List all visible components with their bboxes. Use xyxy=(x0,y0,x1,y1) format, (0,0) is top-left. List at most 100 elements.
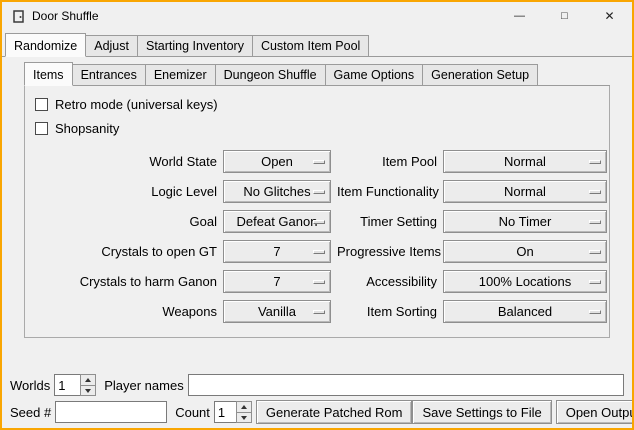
tab-items[interactable]: Items xyxy=(24,62,73,86)
label-weapons: Weapons xyxy=(29,304,217,319)
label-crystals-open-gt: Crystals to open GT xyxy=(29,244,217,259)
tab-enemizer[interactable]: Enemizer xyxy=(145,64,216,86)
dropdown-weapons-value: Vanilla xyxy=(258,304,296,319)
items-pane: Retro mode (universal keys) Shopsanity W… xyxy=(24,86,610,338)
worlds-spinner-arrows xyxy=(80,374,96,396)
retro-mode-checkbox-box[interactable] xyxy=(35,98,48,111)
dropdown-timer-setting-value: No Timer xyxy=(499,214,552,229)
dropdown-progressive-items[interactable]: On xyxy=(443,240,607,263)
count-input[interactable] xyxy=(214,401,236,423)
count-label: Count xyxy=(175,405,210,420)
menu-indicator-icon xyxy=(589,250,601,254)
dropdown-world-state[interactable]: Open xyxy=(223,150,331,173)
spin-down-icon[interactable] xyxy=(237,412,251,422)
close-icon: ✕ xyxy=(604,9,614,23)
dropdown-item-functionality-value: Normal xyxy=(504,184,546,199)
generate-patched-rom-button[interactable]: Generate Patched Rom xyxy=(256,400,413,424)
app-icon xyxy=(10,8,26,24)
main-tab-bar: Randomize Adjust Starting Inventory Cust… xyxy=(2,32,632,57)
titlebar[interactable]: Door Shuffle — □ ✕ xyxy=(2,2,632,30)
spin-up-icon[interactable] xyxy=(237,402,251,412)
spin-down-icon[interactable] xyxy=(81,385,95,395)
label-crystals-harm-ganon: Crystals to harm Ganon xyxy=(29,274,217,289)
dropdown-goal[interactable]: Defeat Ganon xyxy=(223,210,331,233)
dropdown-item-functionality[interactable]: Normal xyxy=(443,180,607,203)
tab-starting-inventory[interactable]: Starting Inventory xyxy=(137,35,253,57)
dropdown-accessibility[interactable]: 100% Locations xyxy=(443,270,607,293)
sub-tab-bar: Items Entrances Enemizer Dungeon Shuffle… xyxy=(24,61,610,86)
dropdown-crystals-open-gt[interactable]: 7 xyxy=(223,240,331,263)
label-goal: Goal xyxy=(29,214,217,229)
tab-game-options[interactable]: Game Options xyxy=(325,64,424,86)
menu-indicator-icon xyxy=(589,220,601,224)
maximize-button[interactable]: □ xyxy=(542,2,587,30)
menu-indicator-icon xyxy=(313,220,325,224)
minimize-button[interactable]: — xyxy=(497,2,542,30)
label-world-state: World State xyxy=(29,154,217,169)
menu-indicator-icon xyxy=(589,190,601,194)
worlds-input[interactable] xyxy=(54,374,80,396)
dropdown-crystals-harm-ganon[interactable]: 7 xyxy=(223,270,331,293)
label-timer-setting: Timer Setting xyxy=(337,214,437,229)
label-item-sorting: Item Sorting xyxy=(337,304,437,319)
settings-grid: World State Open Item Pool Normal Logic … xyxy=(29,146,605,326)
tab-adjust[interactable]: Adjust xyxy=(85,35,138,57)
label-item-functionality: Item Functionality xyxy=(337,184,437,199)
count-spinner-arrows xyxy=(236,401,252,423)
tab-entrances[interactable]: Entrances xyxy=(72,64,146,86)
save-settings-button[interactable]: Save Settings to File xyxy=(412,400,551,424)
seed-label: Seed # xyxy=(10,405,51,420)
worlds-label: Worlds xyxy=(10,378,50,393)
shopsanity-checkbox-box[interactable] xyxy=(35,122,48,135)
menu-indicator-icon xyxy=(589,310,601,314)
spin-up-icon[interactable] xyxy=(81,375,95,385)
label-item-pool: Item Pool xyxy=(337,154,437,169)
tab-randomize[interactable]: Randomize xyxy=(5,33,86,57)
minimize-icon: — xyxy=(514,10,525,22)
menu-indicator-icon xyxy=(313,250,325,254)
dropdown-item-pool[interactable]: Normal xyxy=(443,150,607,173)
dropdown-item-sorting[interactable]: Balanced xyxy=(443,300,607,323)
window: Door Shuffle — □ ✕ Randomize Adjust Star… xyxy=(0,0,634,430)
window-controls: — □ ✕ xyxy=(497,2,632,30)
dropdown-crystals-harm-ganon-value: 7 xyxy=(273,274,280,289)
worlds-row: Worlds Player names xyxy=(4,372,630,398)
window-title: Door Shuffle xyxy=(32,9,99,23)
checkbox-retro-mode[interactable]: Retro mode (universal keys) xyxy=(35,92,605,116)
menu-indicator-icon xyxy=(313,280,325,284)
dropdown-item-sorting-value: Balanced xyxy=(498,304,552,319)
dropdown-item-pool-value: Normal xyxy=(504,154,546,169)
menu-indicator-icon xyxy=(589,280,601,284)
dropdown-timer-setting[interactable]: No Timer xyxy=(443,210,607,233)
dropdown-progressive-items-value: On xyxy=(516,244,533,259)
tab-generation-setup[interactable]: Generation Setup xyxy=(422,64,538,86)
player-names-label: Player names xyxy=(104,378,183,393)
dropdown-goal-value: Defeat Ganon xyxy=(237,214,318,229)
seed-input[interactable] xyxy=(55,401,167,423)
label-progressive-items: Progressive Items xyxy=(337,244,437,259)
label-accessibility: Accessibility xyxy=(337,274,437,289)
open-output-directory-button[interactable]: Open Output Directory xyxy=(556,400,634,424)
menu-indicator-icon xyxy=(313,190,325,194)
dropdown-crystals-open-gt-value: 7 xyxy=(273,244,280,259)
maximize-icon: □ xyxy=(561,10,568,22)
worlds-spinner[interactable] xyxy=(54,374,96,396)
player-names-input[interactable] xyxy=(188,374,624,396)
retro-mode-label: Retro mode (universal keys) xyxy=(55,97,218,112)
tab-dungeon-shuffle[interactable]: Dungeon Shuffle xyxy=(215,64,326,86)
close-button[interactable]: ✕ xyxy=(587,2,632,30)
randomize-pane: Items Entrances Enemizer Dungeon Shuffle… xyxy=(2,57,632,428)
tab-custom-item-pool[interactable]: Custom Item Pool xyxy=(252,35,369,57)
dropdown-weapons[interactable]: Vanilla xyxy=(223,300,331,323)
count-spinner[interactable] xyxy=(214,401,252,423)
dropdown-logic-level[interactable]: No Glitches xyxy=(223,180,331,203)
menu-indicator-icon xyxy=(589,160,601,164)
menu-indicator-icon xyxy=(313,310,325,314)
menu-indicator-icon xyxy=(313,160,325,164)
shopsanity-label: Shopsanity xyxy=(55,121,119,136)
dropdown-accessibility-value: 100% Locations xyxy=(479,274,572,289)
dropdown-logic-level-value: No Glitches xyxy=(243,184,310,199)
dropdown-world-state-value: Open xyxy=(261,154,293,169)
checkbox-shopsanity[interactable]: Shopsanity xyxy=(35,116,605,140)
seed-row: Seed # Count Generate Patched Rom Save S… xyxy=(4,398,630,426)
